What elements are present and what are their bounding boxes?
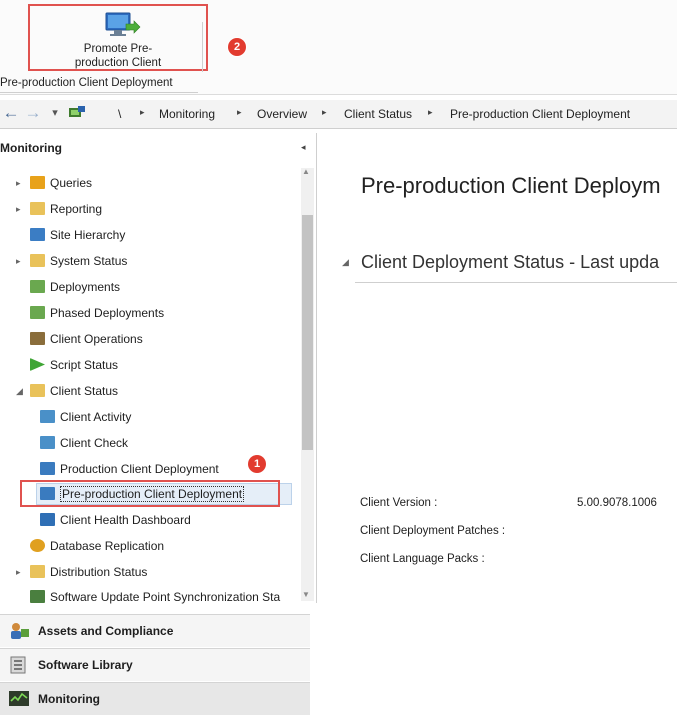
promote-client-icon: [105, 12, 141, 36]
preproduction-deployment-icon: [40, 487, 55, 500]
folder-icon: [30, 565, 45, 578]
expand-icon[interactable]: ▸: [16, 561, 21, 583]
collapse-tree-icon[interactable]: ◢: [16, 380, 23, 402]
folder-icon: [30, 202, 45, 215]
client-version-value: 5.00.9078.1006: [577, 497, 657, 509]
section-title: Client Deployment Status - Last upda: [361, 252, 660, 272]
breadcrumb-preproduction-client-deployment[interactable]: Pre-production Client Deployment: [450, 107, 630, 121]
scroll-down-icon[interactable]: ▼: [302, 590, 310, 599]
folder-icon: [30, 254, 45, 267]
tree-item-system-status[interactable]: ▸ System Status: [16, 250, 127, 272]
collapse-pane-icon[interactable]: ◂: [301, 142, 306, 153]
promote-preproduction-client-button[interactable]: Promote Pre- production Client: [28, 4, 208, 71]
expand-icon[interactable]: ▸: [16, 250, 21, 272]
tree-item-queries[interactable]: ▸ Queries: [16, 172, 92, 194]
client-check-icon: [40, 436, 55, 449]
callout-badge-2: 2: [228, 38, 246, 56]
ribbon-group-separator: [202, 22, 203, 72]
breadcrumb-separator-icon: ▸: [237, 107, 242, 117]
phased-deployments-icon: [30, 306, 45, 319]
client-language-packs-label: Client Language Packs :: [360, 553, 485, 565]
breadcrumb-monitoring[interactable]: Monitoring: [159, 107, 215, 121]
tree-item-reporting[interactable]: ▸ Reporting: [16, 198, 102, 220]
assets-compliance-icon: [11, 623, 29, 639]
client-deployment-patches-label: Client Deployment Patches :: [360, 525, 506, 537]
tree-item-client-operations[interactable]: Client Operations: [30, 328, 143, 350]
workspace-software-library[interactable]: Software Library: [0, 648, 310, 681]
queries-folder-icon: [30, 176, 45, 189]
back-arrow-icon[interactable]: ←: [2, 103, 20, 123]
production-deployment-icon: [40, 462, 55, 475]
nav-scrollbar-thumb[interactable]: [302, 215, 313, 450]
breadcrumb-separator-icon: ▸: [322, 107, 327, 117]
expand-icon[interactable]: ▸: [16, 198, 21, 220]
client-version-label: Client Version :: [360, 497, 438, 509]
callout-badge-1: 1: [248, 455, 266, 473]
console-home-icon[interactable]: [68, 105, 86, 121]
workspace-assets-and-compliance[interactable]: Assets and Compliance: [0, 614, 310, 647]
sup-sync-icon: [30, 590, 45, 603]
tree-item-deployments[interactable]: Deployments: [30, 276, 120, 298]
health-dashboard-icon: [40, 513, 55, 526]
breadcrumb-root[interactable]: \: [118, 107, 121, 121]
breadcrumb-client-status[interactable]: Client Status: [344, 107, 412, 121]
tree-item-database-replication[interactable]: Database Replication: [30, 535, 164, 557]
client-operations-icon: [30, 332, 45, 345]
breadcrumb-separator-icon: ▸: [428, 107, 433, 117]
database-replication-icon: [30, 539, 45, 552]
client-activity-icon: [40, 410, 55, 423]
tree-item-phased-deployments[interactable]: Phased Deployments: [30, 302, 164, 324]
script-status-icon: [30, 358, 45, 371]
folder-open-icon: [30, 384, 45, 397]
tree-item-production-client-deployment[interactable]: Production Client Deployment: [40, 458, 219, 480]
navigation-pane-title: Monitoring: [0, 141, 62, 155]
site-hierarchy-icon: [30, 228, 45, 241]
tree-item-client-status[interactable]: ◢ Client Status: [16, 380, 118, 402]
tree-item-client-activity[interactable]: Client Activity: [40, 406, 131, 428]
forward-arrow-icon[interactable]: →: [24, 103, 42, 123]
tree-item-site-hierarchy[interactable]: Site Hierarchy: [30, 224, 125, 246]
deployments-icon: [30, 280, 45, 293]
promote-button-label: Promote Pre- production Client: [74, 43, 162, 69]
workspace-monitoring[interactable]: Monitoring: [0, 682, 310, 715]
address-bar: ← → ▾ \ ▸ Monitoring ▸ Overview ▸ Client…: [0, 100, 677, 129]
tree-item-software-update-point-sync[interactable]: Software Update Point Synchronization St…: [30, 586, 295, 608]
page-title: Pre-production Client Deploym: [361, 173, 661, 198]
tree-item-client-check[interactable]: Client Check: [40, 432, 128, 454]
breadcrumb-overview[interactable]: Overview: [257, 107, 307, 121]
section-collapse-icon[interactable]: ◢: [342, 257, 349, 268]
monitoring-icon: [9, 691, 29, 706]
software-library-icon: [10, 656, 26, 674]
tree-item-preproduction-client-deployment[interactable]: Pre-production Client Deployment: [40, 483, 245, 505]
ribbon-group-divider: [0, 92, 198, 93]
history-dropdown-icon[interactable]: ▾: [46, 103, 64, 123]
expand-icon[interactable]: ▸: [16, 172, 21, 194]
tree-item-script-status[interactable]: Script Status: [30, 354, 118, 376]
scroll-up-icon[interactable]: ▲: [302, 167, 310, 176]
ribbon-group-label: Pre-production Client Deployment: [0, 77, 173, 89]
tree-item-distribution-status[interactable]: ▸ Distribution Status: [16, 561, 147, 583]
section-divider: [355, 282, 677, 283]
breadcrumb-separator-icon: ▸: [140, 107, 145, 117]
tree-item-client-health-dashboard[interactable]: Client Health Dashboard: [40, 509, 191, 531]
